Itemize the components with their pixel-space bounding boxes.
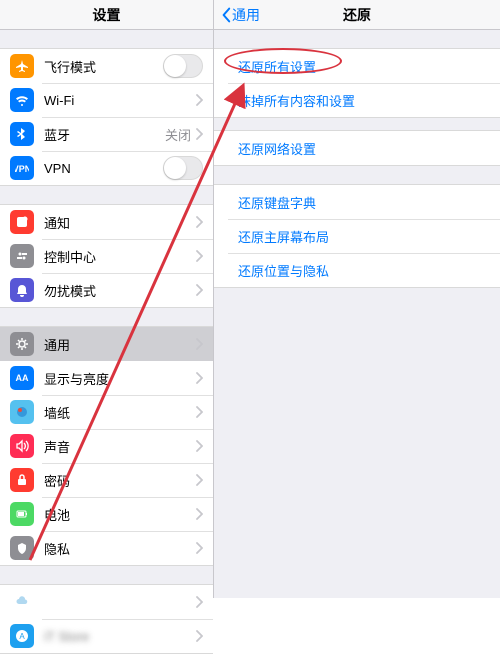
settings-row-cloud[interactable] <box>0 585 213 619</box>
row-label: 密码 <box>44 471 195 490</box>
wifi-icon <box>10 88 34 112</box>
row-label: 电池 <box>44 505 195 524</box>
settings-row-battery[interactable]: 电池 <box>0 497 213 531</box>
row-label: 声音 <box>44 437 195 456</box>
back-label: 通用 <box>232 5 260 25</box>
settings-row-store[interactable]: AiT Store <box>0 619 213 653</box>
reset-label: 还原所有设置 <box>224 57 316 76</box>
detail-pane: 通用 还原 还原所有设置抹掉所有内容和设置 还原网络设置 还原键盘字典还原主屏幕… <box>214 0 500 598</box>
chevron-icon <box>195 250 203 262</box>
settings-row-display[interactable]: AA 显示与亮度 <box>0 361 213 395</box>
settings-row-bluetooth[interactable]: 蓝牙关闭 <box>0 117 213 151</box>
group-network: 飞行模式 Wi-Fi 蓝牙关闭 VPN VPN <box>0 48 213 186</box>
settings-row-control[interactable]: 控制中心 <box>0 239 213 273</box>
reset-label: 抹掉所有内容和设置 <box>224 91 355 110</box>
svg-text:AA: AA <box>16 373 29 383</box>
bluetooth-icon <box>10 122 34 146</box>
row-label: 通用 <box>44 335 195 354</box>
privacy-icon <box>10 536 34 560</box>
row-label: Wi-Fi <box>44 93 191 108</box>
settings-row-vpn[interactable]: VPN VPN <box>0 151 213 185</box>
left-title: 设置 <box>0 5 213 25</box>
row-label: 显示与亮度 <box>44 369 195 388</box>
back-button[interactable]: 通用 <box>220 5 260 25</box>
reset-option[interactable]: 还原位置与隐私 <box>214 253 500 287</box>
row-label: 飞行模式 <box>44 57 163 76</box>
reset-group-3: 还原键盘字典还原主屏幕布局还原位置与隐私 <box>214 184 500 288</box>
battery-icon <box>10 502 34 526</box>
control-icon <box>10 244 34 268</box>
vpn-icon: VPN <box>10 156 34 180</box>
reset-option[interactable]: 还原所有设置 <box>214 49 500 83</box>
chevron-icon <box>195 216 203 228</box>
sound-icon <box>10 434 34 458</box>
reset-option[interactable]: 还原键盘字典 <box>214 185 500 219</box>
row-label: VPN <box>44 161 163 176</box>
chevron-icon <box>195 372 203 384</box>
row-label: 通知 <box>44 213 195 232</box>
chevron-icon <box>195 440 203 452</box>
row-label: 隐私 <box>44 539 195 558</box>
settings-row-privacy[interactable]: 隐私 <box>0 531 213 565</box>
reset-option[interactable]: 抹掉所有内容和设置 <box>214 83 500 117</box>
row-label: iT Store <box>44 629 195 644</box>
reset-label: 还原键盘字典 <box>224 193 316 212</box>
chevron-icon <box>195 94 203 106</box>
dnd-icon <box>10 278 34 302</box>
settings-row-wifi[interactable]: Wi-Fi <box>0 83 213 117</box>
row-label: 蓝牙 <box>44 125 165 144</box>
settings-row-airplane[interactable]: 飞行模式 <box>0 49 213 83</box>
group-accounts: AiT Store <box>0 584 213 654</box>
settings-row-general[interactable]: 通用 <box>0 327 213 361</box>
toggle[interactable] <box>163 156 203 180</box>
settings-row-passcode[interactable]: 密码 <box>0 463 213 497</box>
row-value: 关闭 <box>165 125 191 144</box>
chevron-icon <box>195 474 203 486</box>
reset-option[interactable]: 还原主屏幕布局 <box>214 219 500 253</box>
settings-sidebar: 设置 飞行模式 Wi-Fi 蓝牙关闭 VPN VPN 通知控制中心勿扰模式 通用 AA 显示… <box>0 0 214 598</box>
toggle[interactable] <box>163 54 203 78</box>
chevron-icon <box>195 406 203 418</box>
settings-row-dnd[interactable]: 勿扰模式 <box>0 273 213 307</box>
svg-text:VPN: VPN <box>15 164 29 174</box>
reset-label: 还原网络设置 <box>224 139 316 158</box>
chevron-icon <box>195 338 203 350</box>
chevron-icon <box>195 630 203 642</box>
row-label: 墙纸 <box>44 403 195 422</box>
store-icon: A <box>10 624 34 648</box>
chevron-icon <box>195 128 203 140</box>
cloud-icon <box>10 590 34 614</box>
reset-group-1: 还原所有设置抹掉所有内容和设置 <box>214 48 500 118</box>
reset-label: 还原主屏幕布局 <box>224 227 329 246</box>
chevron-icon <box>195 508 203 520</box>
settings-row-wallpaper[interactable]: 墙纸 <box>0 395 213 429</box>
notify-icon <box>10 210 34 234</box>
reset-group-2: 还原网络设置 <box>214 130 500 166</box>
general-icon <box>10 332 34 356</box>
group-general: 通用 AA 显示与亮度墙纸声音密码电池隐私 <box>0 326 213 566</box>
display-icon: AA <box>10 366 34 390</box>
settings-row-notify[interactable]: 通知 <box>0 205 213 239</box>
passcode-icon <box>10 468 34 492</box>
row-label: 勿扰模式 <box>44 281 195 300</box>
wallpaper-icon <box>10 400 34 424</box>
airplane-icon <box>10 54 34 78</box>
left-header: 设置 <box>0 0 213 30</box>
svg-text:A: A <box>19 632 25 641</box>
reset-option[interactable]: 还原网络设置 <box>214 131 500 165</box>
chevron-icon <box>195 542 203 554</box>
chevron-icon <box>195 284 203 296</box>
row-label: 控制中心 <box>44 247 195 266</box>
right-header: 通用 还原 <box>214 0 500 30</box>
reset-label: 还原位置与隐私 <box>224 261 329 280</box>
group-notifications: 通知控制中心勿扰模式 <box>0 204 213 308</box>
settings-row-sound[interactable]: 声音 <box>0 429 213 463</box>
